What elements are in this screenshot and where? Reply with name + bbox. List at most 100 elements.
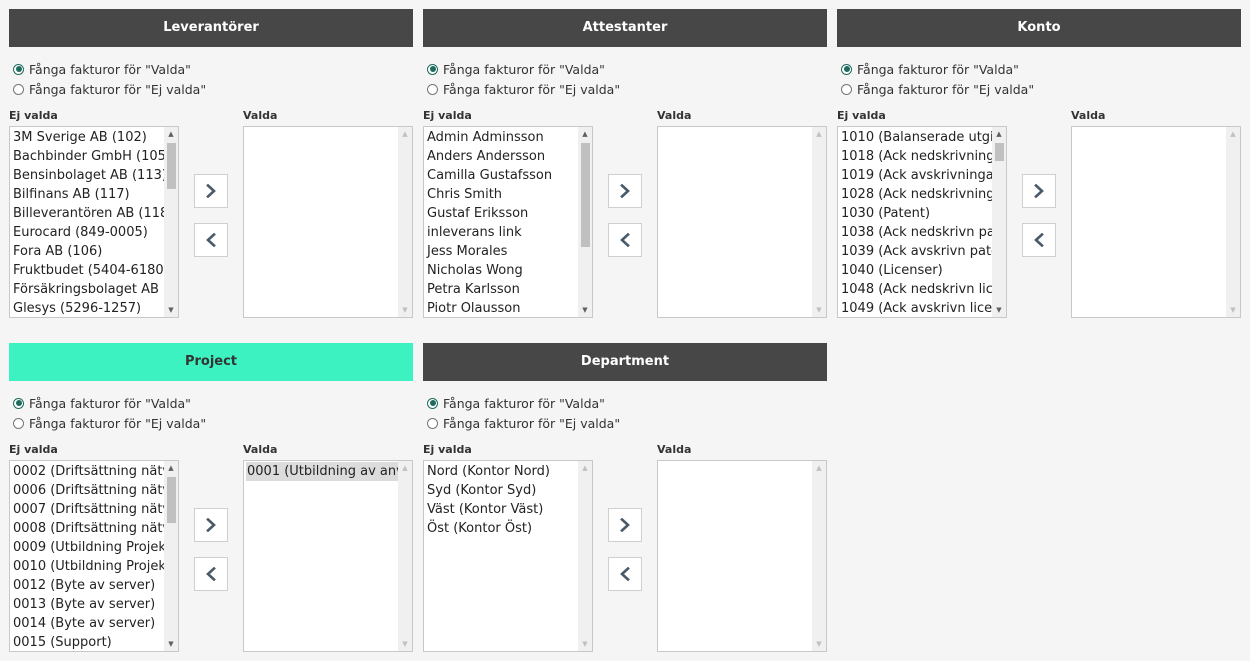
- list-item[interactable]: Försäkringsbolaget AB (116): [12, 280, 164, 299]
- radio-option-ej-valda[interactable]: Fånga fakturor för "Ej valda": [841, 79, 1034, 99]
- list-item[interactable]: 1039 (Ack avskrivn patent): [840, 242, 992, 261]
- radio-button[interactable]: [13, 397, 24, 409]
- scrollbar-thumb[interactable]: [581, 143, 590, 247]
- list-item[interactable]: Bachbinder GmbH (105): [12, 147, 164, 166]
- radio-option-valda[interactable]: Fånga fakturor för "Valda": [841, 59, 1034, 79]
- remove-from-valda-button[interactable]: [608, 557, 642, 591]
- remove-from-valda-button[interactable]: [194, 223, 228, 257]
- list-item[interactable]: Anders Andersson: [426, 147, 578, 166]
- scrollbar-thumb[interactable]: [167, 143, 176, 189]
- scroll-down-arrow-icon[interactable]: ▼: [1226, 303, 1240, 317]
- list-item[interactable]: 0012 (Byte av server): [12, 576, 164, 595]
- list-item[interactable]: 1018 (Ack nedskrivningar): [840, 147, 992, 166]
- list-item[interactable]: Camilla Gustafsson: [426, 166, 578, 185]
- scroll-up-arrow-icon[interactable]: ▲: [812, 127, 826, 141]
- radio-option-ej-valda[interactable]: Fånga fakturor för "Ej valda": [427, 79, 620, 99]
- radio-button[interactable]: [427, 397, 438, 409]
- valda-listbox[interactable]: ▲ ▼: [1071, 126, 1241, 318]
- panel-header[interactable]: Department: [423, 343, 827, 381]
- ej-valda-listbox[interactable]: Admin Adminsson Anders Andersson Camilla G…: [423, 126, 593, 318]
- radio-option-valda[interactable]: Fånga fakturor för "Valda": [427, 59, 620, 79]
- scroll-down-arrow-icon[interactable]: ▼: [992, 303, 1006, 317]
- scroll-up-arrow-icon[interactable]: ▲: [992, 127, 1006, 141]
- radio-option-ej-valda[interactable]: Fånga fakturor för "Ej valda": [427, 413, 620, 433]
- list-item[interactable]: Öst (Kontor Öst): [426, 519, 578, 538]
- valda-listbox[interactable]: 0001 (Utbildning av användare)▲▼: [243, 460, 413, 652]
- add-to-valda-button[interactable]: [608, 174, 642, 208]
- add-to-valda-button[interactable]: [194, 508, 228, 542]
- list-item[interactable]: Väst (Kontor Väst): [426, 500, 578, 519]
- list-item[interactable]: Piotr Olausson: [426, 299, 578, 317]
- radio-button[interactable]: [13, 83, 24, 95]
- remove-from-valda-button[interactable]: [1022, 223, 1056, 257]
- scrollbar[interactable]: ▲ ▼: [992, 127, 1006, 317]
- list-item[interactable]: Fruktbudet (5404-6180): [12, 261, 164, 280]
- ej-valda-listbox[interactable]: 3M Sverige AB (102) Bachbinder GmbH (105)…: [9, 126, 179, 318]
- scrollbar-thumb[interactable]: [995, 143, 1004, 161]
- list-item[interactable]: Billeverantören AB (118): [12, 204, 164, 223]
- radio-option-valda[interactable]: Fånga fakturor för "Valda": [427, 393, 620, 413]
- scroll-down-arrow-icon[interactable]: ▼: [578, 637, 592, 651]
- list-item[interactable]: Petra Karlsson: [426, 280, 578, 299]
- radio-option-ej-valda[interactable]: Fånga fakturor för "Ej valda": [13, 413, 206, 433]
- list-item[interactable]: 0009 (Utbildning Projekt): [12, 538, 164, 557]
- remove-from-valda-button[interactable]: [194, 557, 228, 591]
- scroll-down-arrow-icon[interactable]: ▼: [398, 637, 412, 651]
- scroll-up-arrow-icon[interactable]: ▲: [578, 127, 592, 141]
- panel-header[interactable]: Konto: [837, 9, 1241, 47]
- scroll-down-arrow-icon[interactable]: ▼: [398, 303, 412, 317]
- panel-header[interactable]: Leverantörer: [9, 9, 413, 47]
- list-item[interactable]: 1030 (Patent): [840, 204, 992, 223]
- scroll-up-arrow-icon[interactable]: ▲: [1226, 127, 1240, 141]
- list-item[interactable]: 1040 (Licenser): [840, 261, 992, 280]
- list-item[interactable]: Nicholas Wong: [426, 261, 578, 280]
- list-item[interactable]: 1038 (Ack nedskrivn patent): [840, 223, 992, 242]
- list-item[interactable]: Bensinbolaget AB (113): [12, 166, 164, 185]
- radio-option-valda[interactable]: Fånga fakturor för "Valda": [13, 59, 206, 79]
- ej-valda-listbox[interactable]: 0002 (Driftsättning nätverk)0006 (Drifts…: [9, 460, 179, 652]
- valda-listbox[interactable]: ▲ ▼: [243, 126, 413, 318]
- list-item[interactable]: 0007 (Driftsättning nätverk): [12, 500, 164, 519]
- list-item[interactable]: 1048 (Ack nedskrivn licenser): [840, 280, 992, 299]
- scroll-up-arrow-icon[interactable]: ▲: [398, 461, 412, 475]
- list-item[interactable]: 1010 (Balanserade utgifter): [840, 128, 992, 147]
- scrollbar[interactable]: ▲ ▼: [398, 461, 412, 651]
- list-item[interactable]: 0006 (Driftsättning nätverk): [12, 481, 164, 500]
- list-item[interactable]: Jess Morales: [426, 242, 578, 261]
- scrollbar[interactable]: ▲ ▼: [164, 127, 178, 317]
- list-item[interactable]: Syd (Kontor Syd): [426, 481, 578, 500]
- scrollbar[interactable]: ▲ ▼: [812, 127, 826, 317]
- scroll-down-arrow-icon[interactable]: ▼: [164, 303, 178, 317]
- scroll-down-arrow-icon[interactable]: ▼: [164, 637, 178, 651]
- add-to-valda-button[interactable]: [1022, 174, 1056, 208]
- scrollbar[interactable]: ▲ ▼: [398, 127, 412, 317]
- list-item[interactable]: Chris Smith: [426, 185, 578, 204]
- scrollbar[interactable]: ▲ ▼: [578, 127, 592, 317]
- list-item[interactable]: Glesys (5296-1257): [12, 299, 164, 317]
- radio-button[interactable]: [13, 63, 24, 75]
- list-item[interactable]: 0010 (Utbildning Projekt): [12, 557, 164, 576]
- radio-option-valda[interactable]: Fånga fakturor för "Valda": [13, 393, 206, 413]
- scrollbar[interactable]: ▲ ▼: [812, 461, 826, 651]
- scroll-down-arrow-icon[interactable]: ▼: [578, 303, 592, 317]
- list-item[interactable]: 0015 (Support): [12, 633, 164, 651]
- add-to-valda-button[interactable]: [194, 174, 228, 208]
- scroll-up-arrow-icon[interactable]: ▲: [812, 461, 826, 475]
- list-item[interactable]: Eurocard (849-0005): [12, 223, 164, 242]
- list-item[interactable]: inleverans link: [426, 223, 578, 242]
- list-item[interactable]: 1028 (Ack nedskrivningar): [840, 185, 992, 204]
- scroll-down-arrow-icon[interactable]: ▼: [812, 303, 826, 317]
- panel-header[interactable]: Attestanter: [423, 9, 827, 47]
- list-item[interactable]: 0001 (Utbildning av användare): [246, 462, 398, 481]
- scroll-up-arrow-icon[interactable]: ▲: [578, 461, 592, 475]
- scrollbar-thumb[interactable]: [167, 477, 176, 523]
- valda-listbox[interactable]: ▲ ▼: [657, 460, 827, 652]
- radio-option-ej-valda[interactable]: Fånga fakturor för "Ej valda": [13, 79, 206, 99]
- list-item[interactable]: 0013 (Byte av server): [12, 595, 164, 614]
- list-item[interactable]: Fora AB (106): [12, 242, 164, 261]
- list-item[interactable]: Bilfinans AB (117): [12, 185, 164, 204]
- radio-button[interactable]: [841, 63, 852, 75]
- list-item[interactable]: 1019 (Ack avskrivningar): [840, 166, 992, 185]
- list-item[interactable]: 0008 (Driftsättning nätverk): [12, 519, 164, 538]
- valda-listbox[interactable]: ▲ ▼: [657, 126, 827, 318]
